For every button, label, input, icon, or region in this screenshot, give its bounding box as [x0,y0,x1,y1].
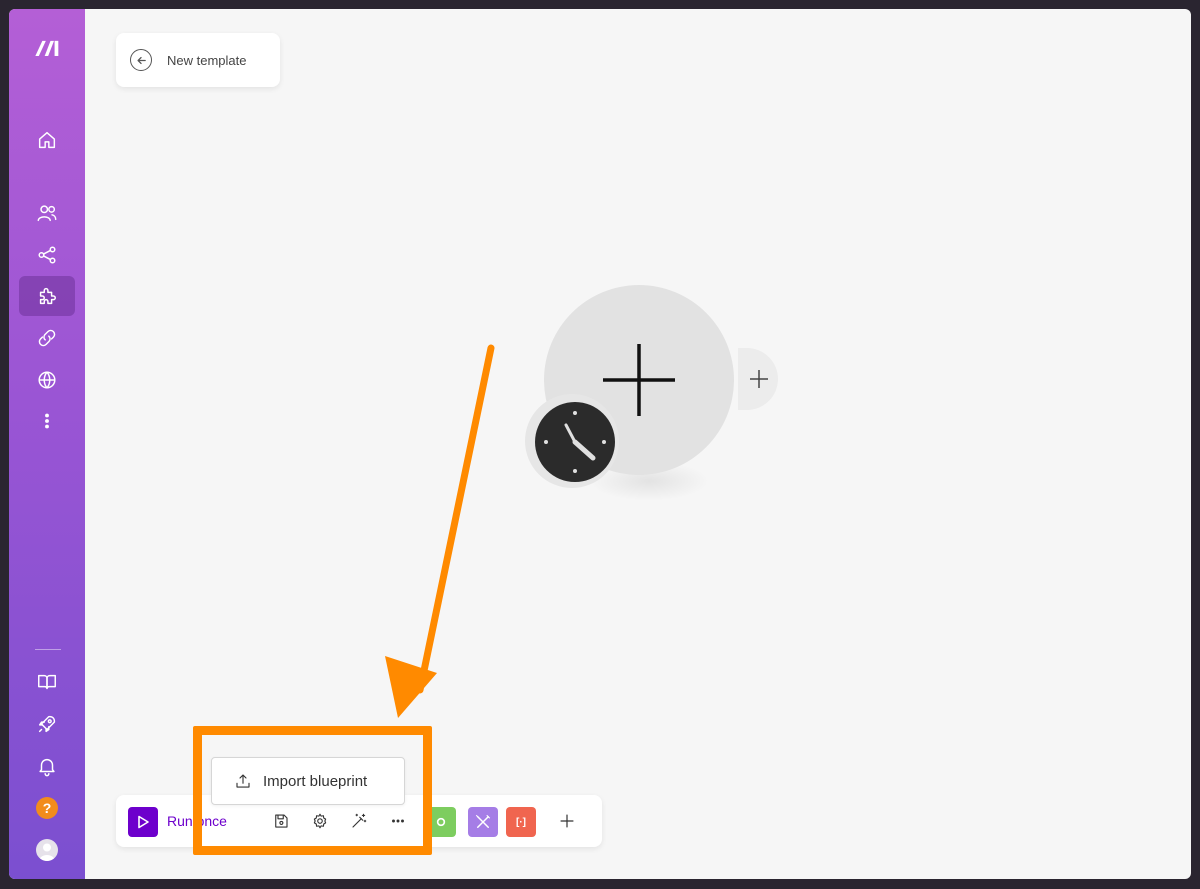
text-parser-button[interactable]: [·] [506,807,536,837]
back-button[interactable] [130,49,152,71]
more-horizontal-icon [392,819,404,823]
import-blueprint-button[interactable]: Import blueprint [211,757,405,805]
sidebar-item-home[interactable] [19,120,75,160]
bell-icon [39,758,55,777]
page-title: New template [167,52,247,68]
avatar-icon [39,843,55,861]
avatar[interactable] [36,839,58,861]
sidebar-item-docs[interactable] [19,662,75,702]
help-label: ? [42,800,52,816]
app-window: ? New template Run once [·] [9,9,1191,879]
make-logo-icon [35,40,59,56]
book-icon [38,674,56,690]
clock-icon [544,411,606,473]
add-tool-button[interactable] [557,811,577,831]
schedule-clock-button[interactable] [535,402,615,482]
gear-tool-icon [436,817,446,827]
scenario-header: New template [116,33,280,87]
sidebar-item-globe[interactable] [19,360,75,400]
save-button[interactable] [271,811,291,831]
auto-align-button[interactable] [349,811,369,831]
tools-button[interactable] [468,807,498,837]
save-icon [275,814,288,828]
team-icon [37,205,57,222]
import-blueprint-label: Import blueprint [263,772,368,790]
upload-icon [236,774,250,788]
sidebar-item-notifications[interactable] [19,746,75,786]
brackets-icon: [·] [516,816,526,828]
tools-icon [475,814,491,828]
help-icon[interactable]: ? [36,797,58,819]
sidebar-item-webhooks[interactable] [19,318,75,358]
puzzle-icon [39,287,56,305]
home-icon [38,131,56,149]
sidebar-item-templates[interactable] [19,276,75,316]
more-options-button[interactable] [388,811,408,831]
link-icon [38,329,56,347]
plus-icon [750,370,768,388]
rocket-icon [38,715,56,733]
add-next-module-button[interactable] [738,348,778,410]
sidebar-divider [35,649,61,650]
sidebar-item-whats-new[interactable] [19,704,75,744]
make-logo[interactable] [19,29,75,69]
sidebar-item-team[interactable] [19,193,75,233]
globe-icon [38,371,56,389]
sidebar-item-connections[interactable] [19,235,75,275]
run-once-label[interactable]: Run once [167,813,227,829]
plus-icon [560,814,574,828]
tool-gear-button[interactable] [426,807,456,837]
more-vertical-icon [45,413,49,429]
share-icon [38,246,56,264]
settings-button[interactable] [310,811,330,831]
arrow-left-icon [136,56,146,64]
settings-icon [313,813,327,829]
sidebar-item-more[interactable] [19,401,75,441]
sidebar: ? [9,9,85,879]
play-icon [138,815,149,829]
run-once-button[interactable] [128,807,158,837]
magic-wand-icon [352,813,367,828]
